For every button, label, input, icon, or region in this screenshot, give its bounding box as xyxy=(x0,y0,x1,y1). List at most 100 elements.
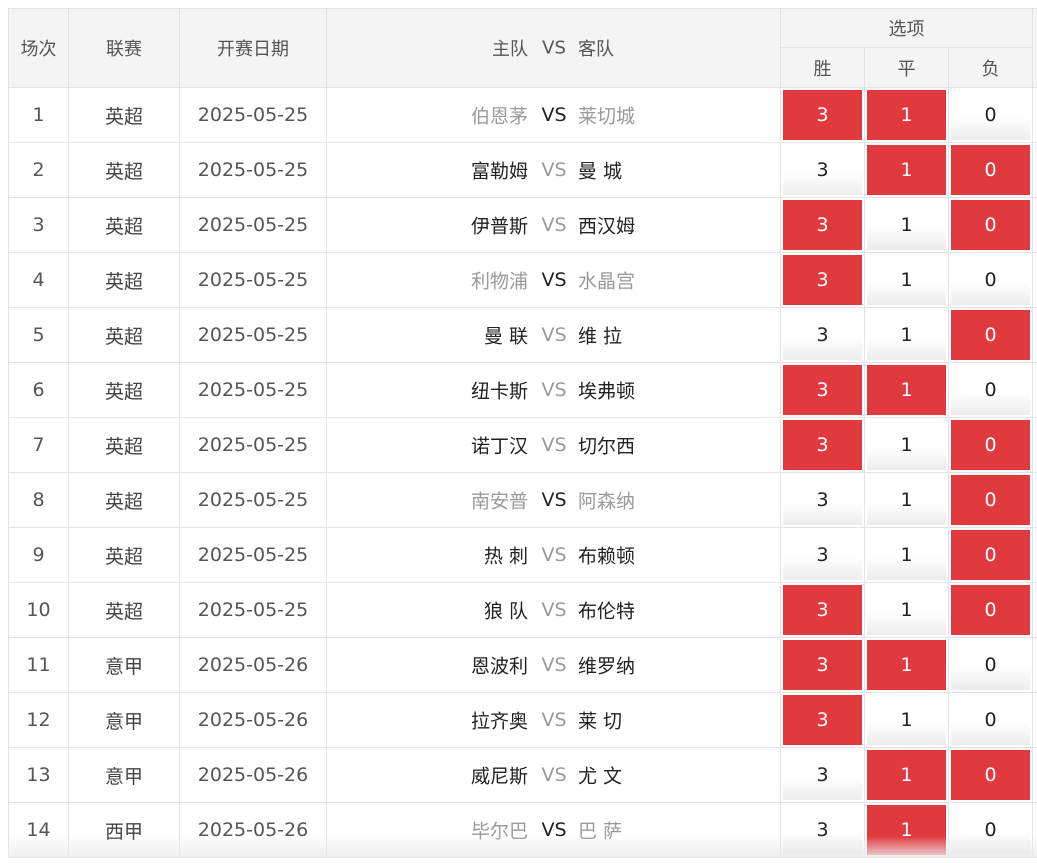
home-team: 伊普斯 xyxy=(470,215,528,238)
option-win-cell: 3 xyxy=(780,252,865,308)
option-draw-cell: 1 xyxy=(864,142,949,198)
match-date: 2025-05-25 xyxy=(179,362,327,418)
home-team: 狼 队 xyxy=(483,600,528,623)
match-number: 5 xyxy=(8,307,69,363)
option-draw-button[interactable]: 1 xyxy=(867,255,946,305)
option-draw-button[interactable]: 1 xyxy=(867,365,946,415)
match-date: 2025-05-25 xyxy=(179,197,327,253)
home-team: 南安普 xyxy=(470,490,528,513)
header-opt-win: 胜 xyxy=(780,47,865,88)
option-draw-cell: 1 xyxy=(864,747,949,803)
vs-label: VS xyxy=(541,324,567,346)
option-lose-button[interactable]: 0 xyxy=(951,475,1031,525)
match-league: 英超 xyxy=(68,582,180,638)
match-date: 2025-05-25 xyxy=(179,472,327,528)
table-row: 3 英超 2025-05-25 伊普斯 VS 西汉姆 3 1 0 xyxy=(8,197,1037,253)
option-draw-cell: 1 xyxy=(864,802,949,858)
option-lose-button[interactable]: 0 xyxy=(951,805,1031,855)
away-team: 切尔西 xyxy=(578,435,636,458)
option-lose-button[interactable]: 0 xyxy=(951,200,1031,250)
home-team: 伯恩茅 xyxy=(470,105,528,128)
option-lose-cell: 0 xyxy=(947,87,1034,143)
away-team: 莱切城 xyxy=(578,105,636,128)
option-lose-button[interactable]: 0 xyxy=(951,750,1031,800)
row-spacer xyxy=(1032,142,1037,198)
match-date: 2025-05-25 xyxy=(179,142,327,198)
row-spacer xyxy=(1032,747,1037,803)
match-league: 英超 xyxy=(68,472,180,528)
option-draw-cell: 1 xyxy=(864,582,949,638)
away-team: 布伦特 xyxy=(578,600,636,623)
option-draw-button[interactable]: 1 xyxy=(867,695,946,745)
table-row: 14 西甲 2025-05-26 毕尔巴 VS 巴 萨 3 1 0 xyxy=(8,802,1037,858)
option-win-button[interactable]: 3 xyxy=(783,750,862,800)
option-draw-button[interactable]: 1 xyxy=(867,585,946,635)
vs-label: VS xyxy=(541,599,567,621)
option-win-button[interactable]: 3 xyxy=(783,420,862,470)
option-lose-cell: 0 xyxy=(947,307,1034,363)
option-draw-button[interactable]: 1 xyxy=(867,475,946,525)
option-win-cell: 3 xyxy=(780,142,865,198)
match-table: 场次 联赛 开赛日期 主队 VS 客队 选项 胜 平 负 1 英超 2025-0… xyxy=(8,8,1037,858)
match-number: 4 xyxy=(8,252,69,308)
option-win-button[interactable]: 3 xyxy=(783,585,862,635)
match-teams: 热 刺 VS 布赖顿 xyxy=(326,527,781,583)
home-team: 热 刺 xyxy=(483,545,528,568)
match-date: 2025-05-25 xyxy=(179,417,327,473)
vs-label: VS xyxy=(541,544,567,566)
away-team: 维罗纳 xyxy=(578,655,636,678)
option-lose-button[interactable]: 0 xyxy=(951,310,1031,360)
option-draw-button[interactable]: 1 xyxy=(867,420,946,470)
option-win-button[interactable]: 3 xyxy=(783,200,862,250)
option-win-button[interactable]: 3 xyxy=(783,640,862,690)
option-lose-button[interactable]: 0 xyxy=(951,255,1031,305)
home-team: 毕尔巴 xyxy=(470,820,528,843)
option-draw-cell: 1 xyxy=(864,362,949,418)
option-win-button[interactable]: 3 xyxy=(783,145,862,195)
option-draw-cell: 1 xyxy=(864,692,949,748)
option-win-button[interactable]: 3 xyxy=(783,255,862,305)
option-draw-button[interactable]: 1 xyxy=(867,530,946,580)
option-draw-button[interactable]: 1 xyxy=(867,310,946,360)
match-date: 2025-05-25 xyxy=(179,582,327,638)
option-draw-button[interactable]: 1 xyxy=(867,750,946,800)
match-date: 2025-05-26 xyxy=(179,692,327,748)
option-win-button[interactable]: 3 xyxy=(783,530,862,580)
option-win-button[interactable]: 3 xyxy=(783,90,862,140)
option-lose-button[interactable]: 0 xyxy=(951,585,1031,635)
match-teams: 曼 联 VS 维 拉 xyxy=(326,307,781,363)
option-draw-button[interactable]: 1 xyxy=(867,200,946,250)
match-number: 3 xyxy=(8,197,69,253)
option-lose-button[interactable]: 0 xyxy=(951,145,1031,195)
option-win-button[interactable]: 3 xyxy=(783,475,862,525)
away-team: 维 拉 xyxy=(578,325,623,348)
option-win-button[interactable]: 3 xyxy=(783,365,862,415)
match-teams: 纽卡斯 VS 埃弗顿 xyxy=(326,362,781,418)
option-win-button[interactable]: 3 xyxy=(783,695,862,745)
away-team: 曼 城 xyxy=(578,160,623,183)
option-draw-button[interactable]: 1 xyxy=(867,805,946,855)
option-draw-button[interactable]: 1 xyxy=(867,90,946,140)
option-win-button[interactable]: 3 xyxy=(783,310,862,360)
option-lose-button[interactable]: 0 xyxy=(951,695,1031,745)
option-lose-button[interactable]: 0 xyxy=(951,530,1031,580)
option-draw-button[interactable]: 1 xyxy=(867,145,946,195)
option-draw-button[interactable]: 1 xyxy=(867,640,946,690)
option-lose-cell: 0 xyxy=(947,747,1034,803)
away-team: 水晶宫 xyxy=(578,270,636,293)
home-team: 恩波利 xyxy=(470,655,528,678)
option-lose-cell: 0 xyxy=(947,802,1034,858)
option-lose-button[interactable]: 0 xyxy=(951,640,1031,690)
header-spacer xyxy=(1032,8,1037,88)
home-team: 富勒姆 xyxy=(470,160,528,183)
option-lose-button[interactable]: 0 xyxy=(951,420,1031,470)
match-number: 8 xyxy=(8,472,69,528)
match-number: 13 xyxy=(8,747,69,803)
match-teams: 威尼斯 VS 尤 文 xyxy=(326,747,781,803)
option-lose-button[interactable]: 0 xyxy=(951,365,1031,415)
table-row: 2 英超 2025-05-25 富勒姆 VS 曼 城 3 1 0 xyxy=(8,142,1037,198)
option-win-button[interactable]: 3 xyxy=(783,805,862,855)
option-lose-cell: 0 xyxy=(947,637,1034,693)
option-lose-button[interactable]: 0 xyxy=(951,90,1031,140)
away-team: 西汉姆 xyxy=(578,215,636,238)
